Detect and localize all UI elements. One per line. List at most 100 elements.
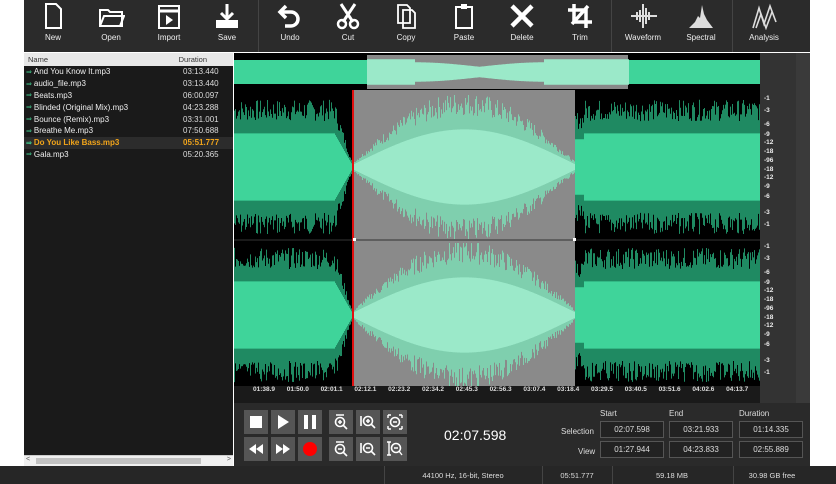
waveform-editor[interactable]: 01:38.9 01:50.0 02:01.1 02:12.1 02:23.2 02:34… — [234, 53, 810, 466]
undo-icon — [277, 4, 300, 28]
spectral-button[interactable]: Spectral — [672, 0, 730, 50]
paste-button[interactable]: Paste — [435, 0, 493, 50]
timeline-tick-label: 03:51.6 — [658, 386, 681, 393]
crop-icon — [568, 4, 592, 28]
file-list-item[interactable]: ⇒ Do You Like Bass.mp3 05:51.777 — [24, 136, 233, 149]
db-scale-label: -12 — [764, 322, 774, 329]
zoom-in-button[interactable] — [356, 410, 380, 434]
cut-button[interactable]: Cut — [319, 0, 377, 50]
waveform-display[interactable] — [234, 53, 810, 403]
vertical-scrollbar[interactable] — [796, 53, 810, 403]
file-name: Do You Like Bass.mp3 — [33, 138, 120, 148]
db-scale-label: -9 — [764, 331, 770, 338]
audio-file-icon: ⇒ — [26, 116, 32, 124]
view-start-field[interactable]: 01:27.944 — [600, 441, 664, 458]
play-button[interactable] — [271, 410, 295, 434]
selection-row-label: Selection — [561, 427, 594, 436]
rewind-icon — [249, 444, 263, 454]
selection-handle-left[interactable] — [353, 238, 356, 241]
delete-button[interactable]: Delete — [493, 0, 551, 50]
delete-icon — [510, 4, 534, 28]
file-list-item[interactable]: ⇒ Blinded (Original Mix).mp3 04:23.288 — [24, 101, 233, 113]
column-header-name[interactable]: Name — [28, 55, 48, 64]
zoom-selection-button[interactable] — [383, 410, 407, 434]
selection-start-field[interactable]: 02:07.598 — [600, 421, 664, 438]
open-button[interactable]: Open — [82, 0, 140, 50]
save-button[interactable]: Save — [198, 0, 256, 50]
zoom-out-icon — [334, 441, 348, 457]
db-scale-label: -3 — [764, 357, 770, 364]
selection-end-field[interactable]: 03:21.933 — [669, 421, 733, 438]
db-scale-label: -9 — [764, 279, 770, 286]
copy-icon — [397, 4, 416, 29]
db-scale-label: -3 — [764, 255, 770, 262]
stop-button[interactable] — [244, 410, 268, 434]
file-duration: 05:20.365 — [183, 149, 219, 159]
pause-button[interactable] — [298, 410, 322, 434]
waveform-button[interactable]: Waveform — [614, 0, 672, 50]
zoom-out-button[interactable] — [356, 437, 380, 461]
timeline-tick-label: 02:45.3 — [455, 386, 478, 393]
horizontal-scrollbar[interactable]: < > — [24, 455, 233, 466]
file-list-item[interactable]: ⇒ Bounce (Remix).mp3 03:31.001 — [24, 113, 233, 125]
view-duration-field[interactable]: 02:55.889 — [739, 441, 803, 458]
new-button[interactable]: New — [24, 0, 82, 50]
record-button[interactable] — [298, 437, 322, 461]
zoom-full-button[interactable] — [383, 437, 407, 461]
zoom-out-vertical-button[interactable] — [329, 437, 353, 461]
file-name: Beats.mp3 — [33, 90, 73, 100]
db-scale-label: -1 — [764, 369, 770, 376]
timeline-tick-label: 03:18.4 — [557, 386, 580, 393]
end-label: End — [669, 409, 684, 418]
toolbar-separator — [258, 0, 259, 52]
file-list-item[interactable]: ⇒ Beats.mp3 06:00.097 — [24, 90, 233, 102]
timeline-tick-label: 02:12.1 — [354, 386, 377, 393]
play-icon — [278, 415, 289, 429]
file-name: Bounce (Remix).mp3 — [33, 114, 110, 124]
file-duration: 03:31.001 — [183, 114, 219, 124]
file-list-item[interactable]: ⇒ Breathe Me.mp3 07:50.688 — [24, 125, 233, 137]
toolbar-separator — [732, 0, 733, 52]
timeline-tick-label: 03:40.5 — [624, 386, 647, 393]
file-list-item[interactable]: ⇒ And You Know It.mp3 03:13.440 — [24, 66, 233, 78]
zoom-in-icon — [334, 414, 348, 430]
file-name: Blinded (Original Mix).mp3 — [33, 102, 129, 112]
trim-button[interactable]: Trim — [551, 0, 609, 50]
file-duration: 03:13.440 — [183, 67, 219, 77]
toolbar-label: Spectral — [686, 33, 716, 42]
file-name: Breathe Me.mp3 — [33, 126, 94, 136]
timeline-tick-label: 01:50.0 — [286, 386, 309, 393]
file-duration: 06:00.097 — [183, 90, 219, 100]
toolbar-label: Analysis — [749, 33, 779, 42]
selection-handle-right[interactable] — [573, 238, 576, 241]
copy-button[interactable]: Copy — [377, 0, 435, 50]
file-list-item[interactable]: ⇒ Gala.mp3 05:20.365 — [24, 149, 233, 161]
toolbar-label: Paste — [453, 33, 475, 42]
selection-duration-field[interactable]: 01:14.335 — [739, 421, 803, 438]
db-scale-label: -12 — [764, 287, 774, 294]
toolbar-label: Import — [157, 33, 181, 42]
timeline-tick-label: 02:01.1 — [320, 386, 343, 393]
fast-forward-icon — [276, 444, 290, 454]
zoom-in-vertical-button[interactable] — [329, 410, 353, 434]
timeline-ruler: 01:38.9 01:50.0 02:01.1 02:12.1 02:23.2 02:34… — [234, 386, 760, 400]
file-list-item[interactable]: ⇒ audio_file.mp3 03:13.440 — [24, 78, 233, 90]
analysis-button[interactable]: Analysis — [735, 0, 793, 50]
undo-button[interactable]: Undo — [261, 0, 319, 50]
db-scale-label: -18 — [764, 296, 774, 303]
toolbar-label: New — [44, 33, 61, 42]
db-scale-label: -3 — [764, 209, 770, 216]
fast-forward-button[interactable] — [271, 437, 295, 461]
view-end-field[interactable]: 04:23.833 — [669, 441, 733, 458]
column-header-duration[interactable]: Duration — [179, 55, 207, 64]
duration-label: Duration — [739, 409, 770, 418]
view-row-label: View — [578, 447, 596, 456]
db-scale-label: -6 — [764, 121, 770, 128]
import-button[interactable]: Import — [140, 0, 198, 50]
db-scale-label: -1 — [764, 95, 770, 102]
db-scale-label: -9 — [764, 183, 770, 190]
folder-open-icon — [99, 9, 125, 27]
rewind-button[interactable] — [244, 437, 268, 461]
new-file-icon — [45, 3, 62, 29]
toolbar-label: Undo — [280, 33, 300, 42]
